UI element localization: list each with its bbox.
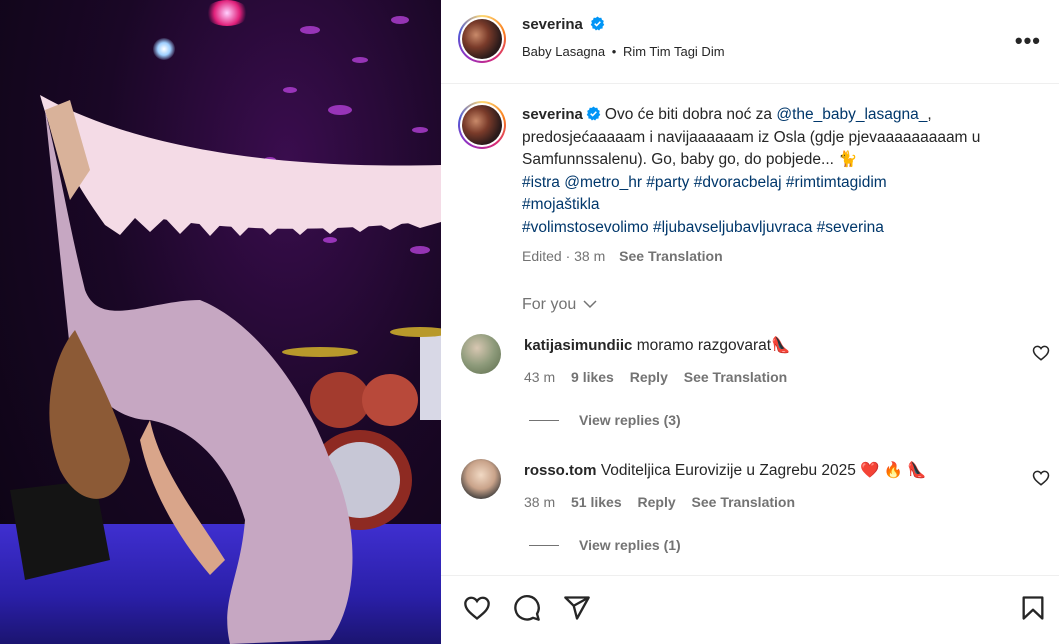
view-replies-button[interactable]: View replies (3) <box>529 412 681 428</box>
comment-time[interactable]: 43 m <box>524 369 555 385</box>
caption-username[interactable]: severina <box>522 106 583 123</box>
comment-like-heart-icon[interactable] <box>1032 344 1050 362</box>
more-options-icon[interactable]: ••• <box>1015 28 1041 54</box>
author-avatar[interactable] <box>458 15 506 63</box>
view-replies-label: View replies (3) <box>579 412 681 428</box>
hashtag[interactable]: #rimtimtagidim <box>786 174 887 191</box>
replies-divider <box>529 420 559 421</box>
replies-divider <box>529 545 559 546</box>
view-replies-button[interactable]: View replies (1) <box>529 537 681 553</box>
see-translation-link[interactable]: See Translation <box>684 369 787 385</box>
hashtag[interactable]: #mojaštikla <box>522 196 600 213</box>
reply-button[interactable]: Reply <box>630 369 668 385</box>
commenter-avatar[interactable] <box>461 459 501 499</box>
hashtag[interactable]: #volimstosevolimo <box>522 219 649 236</box>
hashtag[interactable]: #istra <box>522 174 560 191</box>
heart-icon[interactable] <box>463 594 491 622</box>
commenter-username[interactable]: katijasimundiic <box>524 337 632 354</box>
post-media-image[interactable] <box>0 0 441 644</box>
hashtag[interactable]: #dvoracbelaj <box>694 174 782 191</box>
for-you-dropdown[interactable]: For you <box>522 296 597 314</box>
verified-badge-icon <box>586 106 601 121</box>
commenter-username[interactable]: rosso.tom <box>524 462 597 479</box>
for-you-label: For you <box>522 296 577 313</box>
hashtag[interactable]: #ljubavseljubavljuvraca <box>653 219 812 236</box>
comment-icon[interactable] <box>513 594 541 622</box>
subtitle-separator: • <box>611 44 617 59</box>
paper-plane-icon[interactable] <box>563 594 591 622</box>
view-replies-label: View replies (1) <box>579 537 681 553</box>
reply-button[interactable]: Reply <box>638 494 676 510</box>
verified-badge-icon <box>590 16 605 31</box>
comment-like-heart-icon[interactable] <box>1032 469 1050 487</box>
comment-likes[interactable]: 9 likes <box>571 369 614 385</box>
caption-author-avatar[interactable] <box>458 101 506 149</box>
audio-track[interactable]: Rim Tim Tagi Dim <box>623 44 725 59</box>
hashtag[interactable]: #party <box>646 174 689 191</box>
mention[interactable]: @metro_hr <box>564 174 642 191</box>
see-translation-link[interactable]: See Translation <box>692 494 795 510</box>
caption-mention[interactable]: @the_baby_lasagna_ <box>776 106 927 123</box>
comment-text: moramo razgovarat👠 <box>636 337 791 354</box>
post-details-panel: severina Baby Lasagna • Rim Tim Tagi Dim… <box>441 0 1059 644</box>
audio-artist[interactable]: Baby Lasagna <box>522 44 605 59</box>
caption-text: Ovo će biti dobra noć za <box>604 106 777 123</box>
comment-likes[interactable]: 51 likes <box>571 494 622 510</box>
post-caption: severina Ovo će biti dobra noć za @the_ba… <box>522 104 1042 268</box>
comment-text: Voditeljica Eurovizije u Zagrebu 2025 ❤️… <box>600 462 927 479</box>
bookmark-icon[interactable] <box>1019 594 1047 622</box>
edited-timestamp[interactable]: Edited · 38 m <box>522 248 605 264</box>
commenter-avatar[interactable] <box>461 334 501 374</box>
see-translation-link[interactable]: See Translation <box>619 248 722 264</box>
author-username[interactable]: severina <box>522 16 583 33</box>
post-action-bar <box>441 575 1059 644</box>
performer-illustration <box>10 16 441 644</box>
hashtag[interactable]: #severina <box>817 219 884 236</box>
chevron-down-icon <box>583 300 597 309</box>
post-header: severina Baby Lasagna • Rim Tim Tagi Dim… <box>441 0 1059 84</box>
comment-time[interactable]: 38 m <box>524 494 555 510</box>
